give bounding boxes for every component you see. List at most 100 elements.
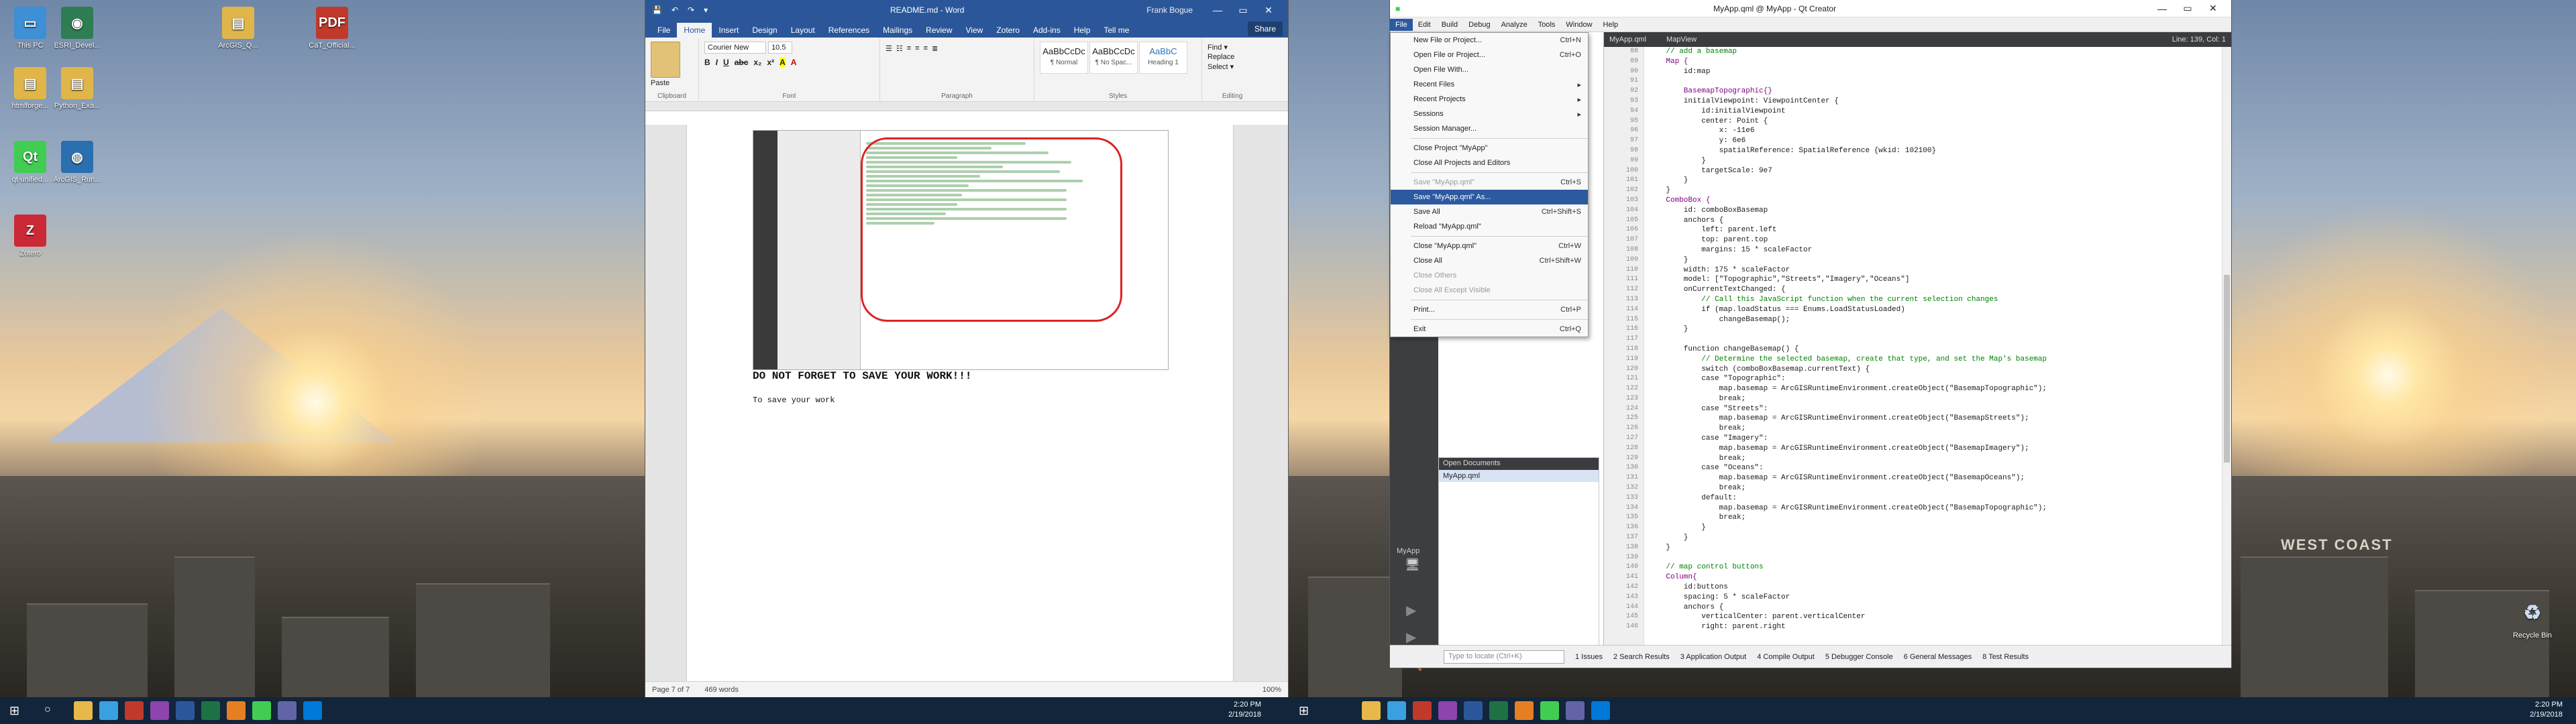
code-line[interactable]: break;	[1648, 424, 2215, 434]
paste-button[interactable]: Paste	[651, 79, 693, 87]
maximize-button[interactable]: ▭	[1230, 5, 1256, 16]
menu-window[interactable]: Window	[1560, 19, 1597, 31]
strikethrough-button[interactable]: abc	[735, 58, 749, 67]
symbol-select[interactable]: MapView	[1666, 36, 1697, 44]
file-menu-item[interactable]: New File or Project... Ctrl+N	[1391, 33, 1588, 48]
taskbar-app-icon[interactable]	[74, 701, 93, 720]
menu-file[interactable]: File	[1390, 18, 1413, 31]
align-center-icon[interactable]: ≡	[915, 44, 919, 53]
code-line[interactable]: // Call this JavaScript function when th…	[1648, 295, 2215, 305]
output-pane-search[interactable]: 2 Search Results	[1613, 653, 1670, 661]
tab-layout[interactable]: Layout	[784, 23, 822, 38]
editor-file-select[interactable]: MyApp.qml	[1609, 36, 1646, 44]
close-button[interactable]: ✕	[2200, 3, 2226, 14]
debug-run-icon[interactable]: ▶	[1406, 629, 1416, 646]
code-line[interactable]: Map {	[1648, 57, 2215, 67]
font-size-select[interactable]: 10.5	[768, 42, 793, 54]
menu-help[interactable]: Help	[1598, 19, 1624, 31]
code-line[interactable]: map.basemap = ArcGISRuntimeEnvironment.c…	[1648, 473, 2215, 483]
code-line[interactable]: case "Streets":	[1648, 404, 2215, 414]
file-menu-item[interactable]: Open File With...	[1391, 62, 1588, 77]
code-line[interactable]: BasemapTopographic{}	[1648, 86, 2215, 97]
align-right-icon[interactable]: ≡	[924, 44, 928, 53]
editor-scrollbar[interactable]	[2222, 47, 2231, 645]
desktop-icon[interactable]: ▤ ArcGIS_Q...	[201, 7, 275, 50]
output-pane-general[interactable]: 6 General Messages	[1904, 653, 1972, 661]
code-line[interactable]: switch (comboBoxBasemap.currentText) {	[1648, 365, 2215, 375]
replace-button[interactable]: Replace	[1208, 53, 1257, 61]
open-document-item[interactable]: MyApp.qml	[1439, 470, 1599, 482]
code-line[interactable]	[1648, 76, 2215, 86]
code-line[interactable]: }	[1648, 176, 2215, 186]
tab-references[interactable]: References	[822, 23, 876, 38]
taskbar-app-icon[interactable]	[1566, 701, 1585, 720]
file-menu-item[interactable]: Close "MyApp.qml" Ctrl+W	[1391, 239, 1588, 253]
code-line[interactable]: // add a basemap	[1648, 47, 2215, 57]
code-line[interactable]: anchors {	[1648, 216, 2215, 226]
code-line[interactable]: left: parent.left	[1648, 225, 2215, 235]
tell-me-box[interactable]: Tell me	[1097, 23, 1136, 38]
code-line[interactable]	[1648, 335, 2215, 345]
code-line[interactable]: center: Point {	[1648, 117, 2215, 127]
code-line[interactable]: break;	[1648, 483, 2215, 493]
menu-tools[interactable]: Tools	[1533, 19, 1561, 31]
taskbar-app-icon[interactable]	[1591, 701, 1610, 720]
menu-debug[interactable]: Debug	[1463, 19, 1495, 31]
desktop-icon[interactable]: ◉ ESRI_Devel...	[40, 7, 114, 50]
code-line[interactable]: }	[1648, 324, 2215, 335]
taskbar-app-icon[interactable]	[1464, 701, 1483, 720]
close-button[interactable]: ✕	[1256, 5, 1281, 16]
user-name[interactable]: Frank Bogue	[1146, 5, 1193, 15]
code-line[interactable]: map.basemap = ArcGISRuntimeEnvironment.c…	[1648, 414, 2215, 424]
menu-edit[interactable]: Edit	[1413, 19, 1436, 31]
code-line[interactable]: default:	[1648, 493, 2215, 503]
minimize-button[interactable]: —	[2149, 3, 2175, 14]
start-button[interactable]: ⊞	[9, 704, 19, 718]
file-menu-item[interactable]: Sessions ▸	[1391, 107, 1588, 121]
taskbar-app-icon[interactable]	[278, 701, 297, 720]
code-line[interactable]: }	[1648, 533, 2215, 543]
file-menu-item[interactable]: Recent Projects ▸	[1391, 92, 1588, 107]
file-menu-item[interactable]: Save "MyApp.qml" As...	[1391, 190, 1588, 204]
code-editor[interactable]: MyApp.qml MapView Line: 139, Col: 1 88 89…	[1603, 32, 2231, 645]
file-menu-item[interactable]: Close All Ctrl+Shift+W	[1391, 253, 1588, 268]
code-line[interactable]: width: 175 * scaleFactor	[1648, 265, 2215, 276]
code-line[interactable]: map.basemap = ArcGISRuntimeEnvironment.c…	[1648, 503, 2215, 514]
file-menu-item[interactable]: Exit Ctrl+Q	[1391, 322, 1588, 337]
italic-button[interactable]: I	[716, 58, 718, 67]
taskbar-app-icon[interactable]	[176, 701, 195, 720]
minimize-button[interactable]: —	[1205, 5, 1230, 15]
font-name-select[interactable]: Courier New	[704, 42, 766, 54]
file-menu-item[interactable]: Print... Ctrl+P	[1391, 302, 1588, 317]
code-line[interactable]: id: comboBoxBasemap	[1648, 206, 2215, 216]
code-line[interactable]: function changeBasemap() {	[1648, 345, 2215, 355]
code-line[interactable]: spatialReference: SpatialReference {wkid…	[1648, 146, 2215, 156]
word-count[interactable]: 469 words	[704, 686, 739, 694]
output-pane-compile[interactable]: 4 Compile Output	[1757, 653, 1815, 661]
taskbar-app-icon[interactable]	[227, 701, 246, 720]
output-pane-debugger[interactable]: 5 Debugger Console	[1825, 653, 1893, 661]
zoom-level[interactable]: 100%	[1263, 686, 1281, 694]
justify-icon[interactable]: ≣	[932, 44, 938, 53]
code-line[interactable]: if (map.loadStatus === Enums.LoadStatusL…	[1648, 305, 2215, 315]
code-line[interactable]: id:buttons	[1648, 583, 2215, 593]
paste-icon[interactable]	[651, 42, 680, 78]
taskbar-app-icon[interactable]	[1438, 701, 1457, 720]
save-icon[interactable]: 💾	[652, 5, 662, 15]
redo-icon[interactable]: ↷	[688, 5, 694, 15]
code-line[interactable]: model: ["Topographic","Streets","Imagery…	[1648, 275, 2215, 285]
taskbar-app-icon[interactable]	[1540, 701, 1559, 720]
taskbar-app-icon[interactable]	[99, 701, 118, 720]
style-no-spacing[interactable]: AaBbCcDc ¶ No Spac...	[1089, 42, 1138, 74]
scrollbar-thumb[interactable]	[2224, 275, 2230, 463]
code-text[interactable]: // add a basemap Map { id:map BasemapTop…	[1648, 47, 2215, 645]
taskbar-app-icon[interactable]	[1387, 701, 1406, 720]
underline-button[interactable]: U	[723, 58, 729, 67]
select-button[interactable]: Select ▾	[1208, 62, 1257, 71]
tab-add-ins[interactable]: Add-ins	[1026, 23, 1067, 38]
share-button[interactable]: Share	[1247, 21, 1283, 36]
code-line[interactable]: break;	[1648, 394, 2215, 404]
code-line[interactable]: map.basemap = ArcGISRuntimeEnvironment.c…	[1648, 384, 2215, 394]
align-left-icon[interactable]: ≡	[907, 44, 911, 53]
code-line[interactable]: targetScale: 9e7	[1648, 166, 2215, 176]
